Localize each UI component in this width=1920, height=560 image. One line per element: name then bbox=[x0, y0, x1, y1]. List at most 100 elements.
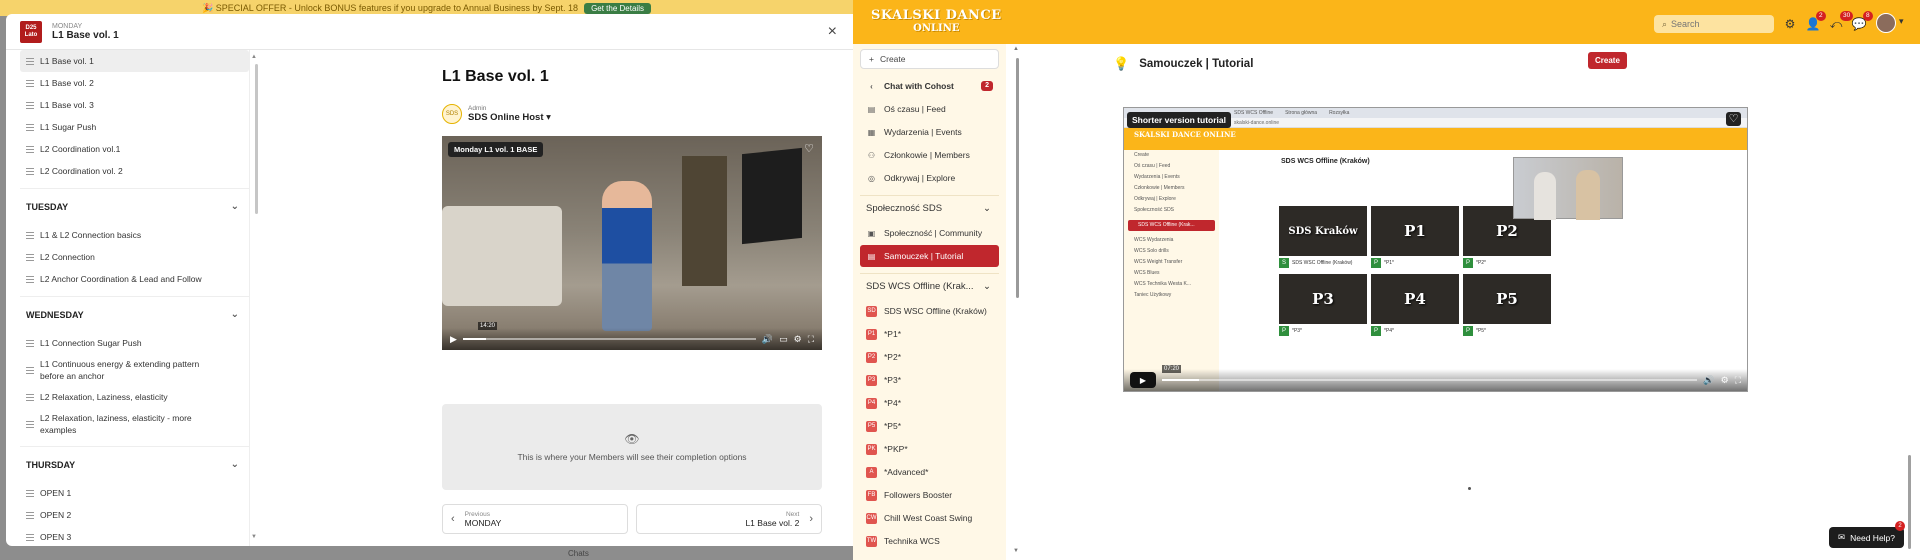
modal-header: D25 Lato MONDAY L1 Base vol. 1 × bbox=[6, 14, 853, 50]
section-title: Społeczność SDS bbox=[866, 203, 943, 214]
brand-logo[interactable]: SKALSKI DANCE ONLINE bbox=[871, 9, 1002, 35]
sidebar-item[interactable]: ▤ Samouczek | Tutorial bbox=[860, 245, 999, 267]
play-icon[interactable]: ▶ bbox=[1130, 372, 1156, 388]
sidebar-item[interactable]: ▣ Społeczność | Community bbox=[860, 222, 999, 244]
lesson-item[interactable]: L1 Connection Sugar Push bbox=[20, 332, 249, 354]
section-title: WEDNESDAY bbox=[26, 309, 84, 320]
video-sofa bbox=[442, 206, 562, 306]
chevron-down-icon[interactable]: ⌄ bbox=[983, 281, 991, 292]
lesson-item[interactable]: OPEN 2 bbox=[20, 504, 249, 526]
scroll-down-icon[interactable]: ▼ bbox=[1013, 548, 1019, 554]
lesson-icon bbox=[26, 101, 34, 109]
next-label: Next bbox=[785, 510, 800, 518]
section-wcs-offline[interactable]: SDS WCS Offline (Krak... ⌄ bbox=[860, 273, 999, 299]
lesson-icon bbox=[26, 511, 34, 519]
author-avatar[interactable]: SDS bbox=[442, 104, 462, 124]
settings-icon[interactable]: ⚙ bbox=[794, 334, 802, 345]
user-avatar[interactable] bbox=[1876, 13, 1896, 33]
main-scrollbar[interactable] bbox=[1908, 455, 1911, 549]
chevron-down-icon[interactable]: ⌄ bbox=[231, 459, 239, 470]
sidebar-item[interactable]: ‹ Chat with Cohost 2 bbox=[860, 75, 999, 97]
sidebar-item[interactable]: P2 *P2* bbox=[860, 346, 999, 368]
sidebar-item[interactable]: P4 *P4* bbox=[860, 392, 999, 414]
close-icon[interactable]: × bbox=[828, 24, 837, 40]
sidebar-item[interactable]: FB Followers Booster bbox=[860, 484, 999, 506]
inner-tile-badge: P bbox=[1463, 258, 1473, 268]
settings-icon[interactable]: ⚙ bbox=[1721, 375, 1729, 386]
tutorial-video[interactable]: SDS WCS Offline Strona główna Rozsyłka ska… bbox=[1123, 107, 1748, 392]
scroll-up-icon[interactable]: ▲ bbox=[1013, 46, 1019, 52]
settings-icon[interactable]: ⚙ bbox=[1782, 16, 1798, 32]
section-tuesday[interactable]: TUESDAY ⌄ bbox=[20, 188, 249, 224]
inner-tile-caption: *P2* bbox=[1476, 260, 1487, 266]
scroll-up-icon[interactable]: ▲ bbox=[251, 54, 257, 60]
chevron-down-icon[interactable]: ⌄ bbox=[231, 201, 239, 212]
sidebar-create-button[interactable]: + Create bbox=[860, 49, 999, 69]
lesson-item[interactable]: L1 & L2 Connection basics bbox=[20, 224, 249, 246]
lesson-item[interactable]: L2 Coordination vol.1 bbox=[20, 138, 249, 160]
heart-icon[interactable]: ♡ bbox=[804, 142, 814, 155]
lesson-video[interactable]: Monday L1 vol. 1 BASE ♡ 14:20 ▶ 🔊 ▭ ⚙ ⛶ bbox=[442, 136, 822, 350]
need-help-button[interactable]: ✉ Need Help? bbox=[1829, 527, 1905, 548]
lesson-item[interactable]: L2 Anchor Coordination & Lead and Follow bbox=[20, 268, 249, 290]
video-label: Shorter version tutorial bbox=[1127, 112, 1231, 128]
lesson-item[interactable]: L1 Base vol. 1 bbox=[20, 50, 249, 72]
create-button[interactable]: Create bbox=[1588, 52, 1627, 69]
sidebar-item[interactable]: ⚇ Członkowie | Members bbox=[860, 144, 999, 166]
promo-details-button[interactable]: Get the Details bbox=[584, 2, 651, 14]
volume-icon[interactable]: 🔊 bbox=[762, 334, 773, 345]
sidebar-item[interactable]: PK *PKP* bbox=[860, 438, 999, 460]
lesson-item[interactable]: L1 Base vol. 2 bbox=[20, 72, 249, 94]
lesson-item[interactable]: L2 Relaxation, laziness, elasticity - mo… bbox=[20, 408, 249, 440]
sidebar-item[interactable]: P5 *P5* bbox=[860, 415, 999, 437]
lesson-navigation: ‹ Previous MONDAY Next L1 Base vol. 2 › bbox=[442, 504, 822, 534]
sidebar-item[interactable]: ◎ Odkrywaj | Explore bbox=[860, 167, 999, 189]
video-progress[interactable] bbox=[1162, 379, 1698, 381]
lesson-item[interactable]: L2 Relaxation, Laziness, elasticity bbox=[20, 386, 249, 408]
lesson-item[interactable]: OPEN 1 bbox=[20, 482, 249, 504]
chevron-down-icon[interactable]: ⌄ bbox=[983, 203, 991, 214]
sidebar-item[interactable]: P1 *P1* bbox=[860, 323, 999, 345]
search-box[interactable]: ⌕ bbox=[1654, 15, 1774, 33]
fullscreen-icon[interactable]: ⛶ bbox=[808, 334, 814, 345]
author-name[interactable]: SDS Online Host ▾ bbox=[468, 112, 551, 123]
community-icon: ▣ bbox=[867, 228, 876, 238]
lesson-item[interactable]: L2 Coordination vol. 2 bbox=[20, 160, 249, 182]
lesson-item[interactable]: L1 Sugar Push bbox=[20, 116, 249, 138]
video-progress[interactable] bbox=[462, 338, 756, 340]
sidebar-item[interactable]: P3 *P3* bbox=[860, 369, 999, 391]
chats-label[interactable]: Chats bbox=[568, 549, 589, 558]
section-wednesday[interactable]: WEDNESDAY ⌄ bbox=[20, 296, 249, 332]
chevron-down-icon[interactable]: ⌄ bbox=[231, 309, 239, 320]
inner-sidebar-item: Taniec Użytkowy bbox=[1134, 292, 1172, 298]
section-community[interactable]: Społeczność SDS ⌄ bbox=[860, 195, 999, 221]
lesson-item[interactable]: L2 Connection bbox=[20, 246, 249, 268]
chevron-down-icon[interactable]: ▾ bbox=[1899, 16, 1904, 27]
sidebar-item[interactable]: ▦ Wydarzenia | Events bbox=[860, 121, 999, 143]
lesson-item[interactable]: L1 Base vol. 3 bbox=[20, 94, 249, 116]
sidebar-item[interactable]: SD SDS WSC Offline (Kraków) bbox=[860, 300, 999, 322]
lesson-list-scrollbar[interactable] bbox=[255, 64, 258, 214]
group-thumbnail-icon: P3 bbox=[866, 374, 877, 386]
heart-icon[interactable]: ♡ bbox=[1726, 112, 1741, 126]
sidebar-item[interactable]: A *Advanced* bbox=[860, 461, 999, 483]
sidebar-item-label: *P2* bbox=[884, 352, 902, 362]
fullscreen-icon[interactable]: ⛶ bbox=[1735, 375, 1741, 386]
sidebar-scrollbar[interactable] bbox=[1016, 58, 1019, 298]
sidebar-item[interactable]: CW Chill West Coast Swing bbox=[860, 507, 999, 529]
sidebar-item[interactable]: ▤ Oś czasu | Feed bbox=[860, 98, 999, 120]
sidebar-item-label: *P1* bbox=[884, 329, 902, 339]
next-lesson-button[interactable]: Next L1 Base vol. 2 › bbox=[636, 504, 822, 534]
section-thursday[interactable]: THURSDAY ⌄ bbox=[20, 446, 249, 482]
captions-icon[interactable]: ▭ bbox=[779, 334, 788, 345]
sidebar-item[interactable]: TW Technika WCS bbox=[860, 530, 999, 552]
previous-lesson-button[interactable]: ‹ Previous MONDAY bbox=[442, 504, 628, 534]
sidebar-items: ‹ Chat with Cohost 2 ▤ Oś czasu | Feed ▦ Wydar… bbox=[860, 75, 999, 552]
lesson-item[interactable]: L1 Continuous energy & extending pattern… bbox=[20, 354, 249, 386]
volume-icon[interactable]: 🔊 bbox=[1703, 375, 1714, 386]
play-icon[interactable]: ▶ bbox=[450, 334, 457, 345]
carousel-dot[interactable] bbox=[1468, 487, 1471, 490]
lesson-item[interactable]: OPEN 3 bbox=[20, 526, 249, 546]
scroll-down-icon[interactable]: ▼ bbox=[251, 534, 257, 540]
search-input[interactable] bbox=[1671, 19, 1762, 29]
